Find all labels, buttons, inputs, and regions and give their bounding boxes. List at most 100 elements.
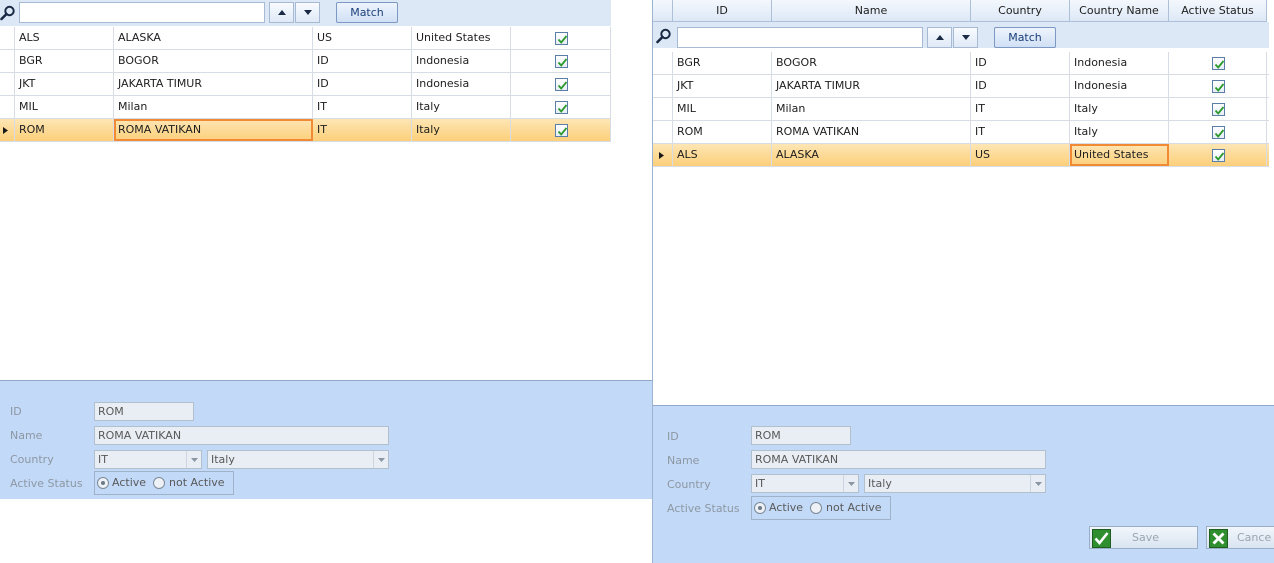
cell-name[interactable]: JAKARTA TIMUR (772, 75, 971, 97)
cell-id[interactable]: ALS (15, 27, 114, 49)
id-field[interactable]: ROM (751, 426, 851, 445)
chevron-down-icon[interactable] (186, 451, 201, 468)
cell-id[interactable]: MIL (673, 98, 772, 120)
cell-active-status[interactable] (1169, 75, 1267, 97)
radio-not-active[interactable] (153, 477, 165, 489)
cell-country[interactable]: IT (971, 98, 1070, 120)
name-field[interactable]: ROMA VATIKAN (751, 450, 1046, 469)
cell-active-status[interactable] (1169, 121, 1267, 143)
left-find-prev-button[interactable] (269, 2, 294, 23)
row-indicator[interactable] (0, 119, 15, 141)
active-checkbox[interactable] (1211, 57, 1225, 70)
row-indicator[interactable] (653, 121, 673, 143)
radio-not-active[interactable] (810, 502, 822, 514)
id-field[interactable]: ROM (94, 402, 194, 421)
table-row[interactable]: ROM ROMA VATIKAN IT Italy (653, 121, 1269, 144)
cell-country-name[interactable]: United States (1070, 144, 1169, 166)
cell-name[interactable]: JAKARTA TIMUR (114, 73, 313, 95)
row-indicator[interactable] (0, 73, 15, 95)
cell-country-name[interactable]: Indonesia (412, 73, 511, 95)
active-checkbox[interactable] (1211, 149, 1225, 162)
row-indicator[interactable] (653, 98, 673, 120)
cell-name[interactable]: ALASKA (772, 144, 971, 166)
table-row[interactable]: JKT JAKARTA TIMUR ID Indonesia (0, 73, 611, 96)
cell-country[interactable]: ID (313, 50, 412, 72)
column-header-id[interactable]: ID (673, 0, 772, 22)
cell-name[interactable]: Milan (772, 98, 971, 120)
row-indicator[interactable] (653, 52, 673, 74)
cell-country[interactable]: IT (971, 121, 1070, 143)
cell-name[interactable]: ROMA VATIKAN (114, 119, 313, 141)
chevron-down-icon[interactable] (1030, 475, 1045, 492)
radio-active[interactable] (754, 502, 766, 514)
active-checkbox[interactable] (554, 101, 568, 114)
cell-country[interactable]: ID (313, 73, 412, 95)
name-field[interactable]: ROMA VATIKAN (94, 426, 389, 445)
active-checkbox[interactable] (1211, 80, 1225, 93)
cell-name[interactable]: ALASKA (114, 27, 313, 49)
radio-active[interactable] (97, 477, 109, 489)
left-search-input[interactable] (19, 2, 265, 23)
table-row[interactable]: ROM ROMA VATIKAN IT Italy (0, 119, 611, 142)
country-code-combo[interactable]: IT (94, 450, 202, 469)
active-checkbox[interactable] (1211, 126, 1225, 139)
cell-active-status[interactable] (511, 96, 611, 118)
cell-country-name[interactable]: Indonesia (412, 50, 511, 72)
table-row[interactable]: BGR BOGOR ID Indonesia (653, 52, 1269, 75)
right-search-input[interactable] (677, 27, 923, 48)
row-indicator[interactable] (653, 144, 673, 166)
table-row[interactable]: BGR BOGOR ID Indonesia (0, 50, 611, 73)
row-indicator[interactable] (653, 75, 673, 97)
table-row[interactable]: ALS ALASKA US United States (0, 27, 611, 50)
active-checkbox[interactable] (554, 32, 568, 45)
cell-name[interactable]: BOGOR (114, 50, 313, 72)
cell-country-name[interactable]: Italy (1070, 121, 1169, 143)
country-code-combo[interactable]: IT (751, 474, 859, 493)
cell-country-name[interactable]: Italy (412, 96, 511, 118)
cell-country-name[interactable]: Italy (1070, 98, 1169, 120)
cell-active-status[interactable] (511, 73, 611, 95)
right-find-next-button[interactable] (953, 27, 978, 48)
chevron-down-icon[interactable] (843, 475, 858, 492)
cell-country-name[interactable]: Indonesia (1070, 75, 1169, 97)
cell-id[interactable]: ROM (15, 119, 114, 141)
cell-id[interactable]: ALS (673, 144, 772, 166)
cell-active-status[interactable] (1169, 98, 1267, 120)
row-indicator[interactable] (0, 27, 15, 49)
right-find-prev-button[interactable] (927, 27, 952, 48)
column-header-country[interactable]: Country (971, 0, 1070, 22)
cell-name[interactable]: Milan (114, 96, 313, 118)
table-row[interactable]: MIL Milan IT Italy (0, 96, 611, 119)
cell-country[interactable]: IT (313, 119, 412, 141)
column-header-active-status[interactable]: Active Status (1169, 0, 1267, 22)
cell-id[interactable]: MIL (15, 96, 114, 118)
cell-name[interactable]: ROMA VATIKAN (772, 121, 971, 143)
row-indicator[interactable] (0, 50, 15, 72)
cell-country[interactable]: IT (313, 96, 412, 118)
table-row[interactable]: ALS ALASKA US United States (653, 144, 1269, 167)
cancel-button[interactable]: Cance (1206, 526, 1274, 549)
cell-id[interactable]: JKT (15, 73, 114, 95)
cell-country-name[interactable]: Italy (412, 119, 511, 141)
cell-id[interactable]: ROM (673, 121, 772, 143)
cell-country[interactable]: US (313, 27, 412, 49)
cell-country[interactable]: US (971, 144, 1070, 166)
active-checkbox[interactable] (554, 55, 568, 68)
cell-active-status[interactable] (511, 119, 611, 141)
left-match-case-button[interactable]: Match case (336, 2, 398, 38)
cell-id[interactable]: BGR (15, 50, 114, 72)
row-indicator[interactable] (0, 96, 15, 118)
country-name-combo[interactable]: Italy (864, 474, 1046, 493)
cell-active-status[interactable] (1169, 144, 1267, 166)
column-header-name[interactable]: Name (772, 0, 971, 22)
cell-active-status[interactable] (511, 27, 611, 49)
cell-active-status[interactable] (1169, 52, 1267, 74)
chevron-down-icon[interactable] (373, 451, 388, 468)
cell-country[interactable]: ID (971, 52, 1070, 74)
left-find-next-button[interactable] (295, 2, 320, 23)
column-header-country-name[interactable]: Country Name (1070, 0, 1169, 22)
cell-id[interactable]: BGR (673, 52, 772, 74)
cell-country-name[interactable]: United States (412, 27, 511, 49)
right-match-case-button[interactable]: Match case (994, 27, 1056, 63)
country-name-combo[interactable]: Italy (207, 450, 389, 469)
